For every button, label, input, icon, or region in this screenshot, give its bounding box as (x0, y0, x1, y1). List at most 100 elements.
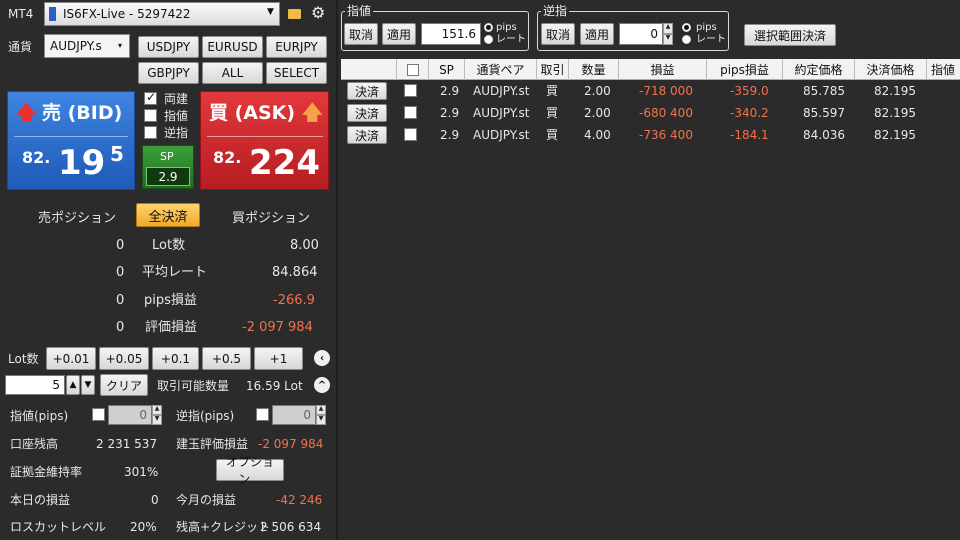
table-row: 決済 2.9 AUDJPY.st 買 4.00 -736 400 -184.1 … (341, 124, 960, 146)
row-exit-price: 82.195 (874, 128, 916, 142)
ask-label: 買 (ASK) (209, 102, 296, 124)
stop-checkbox[interactable] (144, 126, 157, 139)
stop-apply-button[interactable]: 適用 (580, 23, 614, 45)
limit-pips-radio[interactable] (484, 23, 493, 32)
header-qty: 数量 (569, 59, 619, 80)
stop-pips-radio[interactable] (682, 23, 691, 32)
row-select-checkbox[interactable] (404, 84, 417, 97)
both-checkbox[interactable] (144, 90, 157, 105)
sell-avg-rate-value: 0 (116, 265, 125, 280)
chevron-down-icon: ▼ (267, 7, 274, 17)
limit-pips-label: 指値(pips) (10, 409, 69, 423)
limit-pips-radio-label: pips (496, 22, 517, 33)
month-pl-label: 今月の損益 (176, 493, 237, 507)
lot-plus-05-button[interactable]: +0.5 (202, 347, 251, 370)
today-pl-value: 0 (151, 493, 159, 507)
chevron-down-icon: ▾ (118, 41, 123, 50)
ask-price-small: 82. (213, 148, 242, 167)
stop-rate-radio[interactable] (682, 35, 691, 44)
row-pair: AUDJPY.st (473, 128, 530, 142)
today-pl-label: 本日の損益 (10, 493, 71, 507)
folder-icon[interactable] (288, 9, 301, 19)
limit-checkbox[interactable] (144, 109, 157, 122)
limit-apply-button[interactable]: 適用 (382, 23, 416, 45)
bulk-close-button[interactable]: 選択範囲決済 (744, 24, 836, 46)
currency-button-eurusd[interactable]: EURUSD (202, 36, 263, 58)
header-exit-price: 決済価格 (855, 59, 927, 80)
currency-button-select[interactable]: SELECT (266, 62, 327, 84)
limit-rate-radio[interactable] (484, 35, 493, 44)
limit-pips-checkbox[interactable] (92, 408, 105, 421)
losscut-value: 20% (130, 520, 157, 534)
currency-button-usdjpy[interactable]: USDJPY (138, 36, 199, 58)
collapse-left-icon[interactable]: ‹ (314, 350, 330, 366)
row-select-checkbox[interactable] (404, 128, 417, 141)
margin-ratio-label: 証拠金維持率 (10, 465, 83, 479)
row-side: 買 (546, 128, 559, 142)
balance-value: 2 231 537 (96, 437, 158, 451)
lot-plus-1-button[interactable]: +1 (254, 347, 303, 370)
row-sp: 2.9 (440, 106, 460, 120)
account-select[interactable]: IS6FX-Live - 5297422 ▼ (44, 2, 280, 26)
header-pair: 通貨ペア (465, 59, 537, 80)
close-all-button[interactable]: 全決済 (136, 203, 200, 227)
collapse-up-icon[interactable]: ^ (314, 377, 330, 393)
bid-sell-button[interactable]: 🡅 売 (BID) 82. 19 5 (7, 91, 135, 190)
lot-plus-01-button[interactable]: +0.1 (152, 347, 199, 370)
spread-label: SP (160, 150, 174, 163)
row-sp: 2.9 (440, 84, 460, 98)
balance-label: 口座残高 (10, 437, 59, 451)
limit-pips-input[interactable]: 0 (108, 405, 152, 425)
account-select-text: IS6FX-Live - 5297422 (63, 7, 191, 21)
table-row: 決済 2.9 AUDJPY.st 買 2.00 -718 000 -359.0 … (341, 80, 960, 102)
header-sp: SP (429, 59, 465, 80)
stop-cancel-button[interactable]: 取消 (541, 23, 575, 45)
lot-clear-button[interactable]: クリア (100, 374, 148, 396)
row-close-button[interactable]: 決済 (347, 104, 387, 122)
row-pl: -680 400 (639, 106, 693, 120)
row-entry-price: 85.785 (803, 84, 845, 98)
limit-value-input[interactable]: 151.6 (421, 23, 481, 45)
lot-plus-005-button[interactable]: +0.05 (99, 347, 149, 370)
sell-position-label: 売ポジション (38, 211, 117, 226)
stop-rate-radio-label: レート (696, 34, 726, 45)
buy-position-label: 買ポジション (232, 211, 311, 226)
unrealized-label: 評価損益 (145, 320, 198, 335)
row-qty: 4.00 (584, 128, 611, 142)
lot-input[interactable]: 5 (5, 375, 65, 395)
balance-credit-label: 残高+クレジット (176, 520, 271, 534)
bid-price-small: 82. (22, 148, 51, 167)
row-pips-pl: -340.2 (730, 106, 769, 120)
balance-credit-value: 2 506 634 (260, 520, 322, 534)
position-unrealized-value: -2 097 984 (258, 437, 324, 451)
currency-button-gbpjpy[interactable]: GBPJPY (138, 62, 199, 84)
stop-value-spinner[interactable]: ▲ ▼ (663, 23, 673, 45)
header-pl: 損益 (619, 59, 707, 80)
row-close-button[interactable]: 決済 (347, 82, 387, 100)
margin-ratio-value: 301% (124, 465, 159, 479)
stop-value-input[interactable]: 0 (619, 23, 663, 45)
lot-up-button[interactable]: ▲ (66, 375, 80, 395)
losscut-label: ロスカットレベル (10, 520, 107, 534)
spread-box: SP 2.9 (142, 145, 194, 189)
limit-cancel-button[interactable]: 取消 (344, 23, 378, 45)
limit-pips-spinner[interactable]: ▲ ▼ (152, 405, 162, 425)
row-close-button[interactable]: 決済 (347, 126, 387, 144)
stop-pips-input[interactable]: 0 (272, 405, 316, 425)
option-button[interactable]: オプション... (216, 455, 284, 486)
stop-label: 逆指 (164, 126, 189, 140)
row-select-checkbox[interactable] (404, 106, 417, 119)
sell-pips-pl-value: 0 (116, 293, 125, 308)
stop-pips-spinner[interactable]: ▲ ▼ (316, 405, 326, 425)
stop-pips-checkbox[interactable] (256, 408, 269, 421)
currency-select[interactable]: AUDJPY.s ▾ (44, 34, 130, 58)
lot-plus-001-button[interactable]: +0.01 (46, 347, 96, 370)
currency-button-eurjpy[interactable]: EURJPY (266, 36, 327, 58)
select-all-checkbox[interactable] (406, 63, 419, 76)
gear-icon[interactable]: ⚙ (311, 5, 325, 21)
lot-down-button[interactable]: ▼ (81, 375, 95, 395)
row-entry-price: 85.597 (803, 106, 845, 120)
ask-buy-button[interactable]: 買 (ASK) 🡅 82. 224 (200, 91, 329, 190)
currency-button-all[interactable]: ALL (202, 62, 263, 84)
stop-group-title: 逆指 (541, 4, 570, 18)
